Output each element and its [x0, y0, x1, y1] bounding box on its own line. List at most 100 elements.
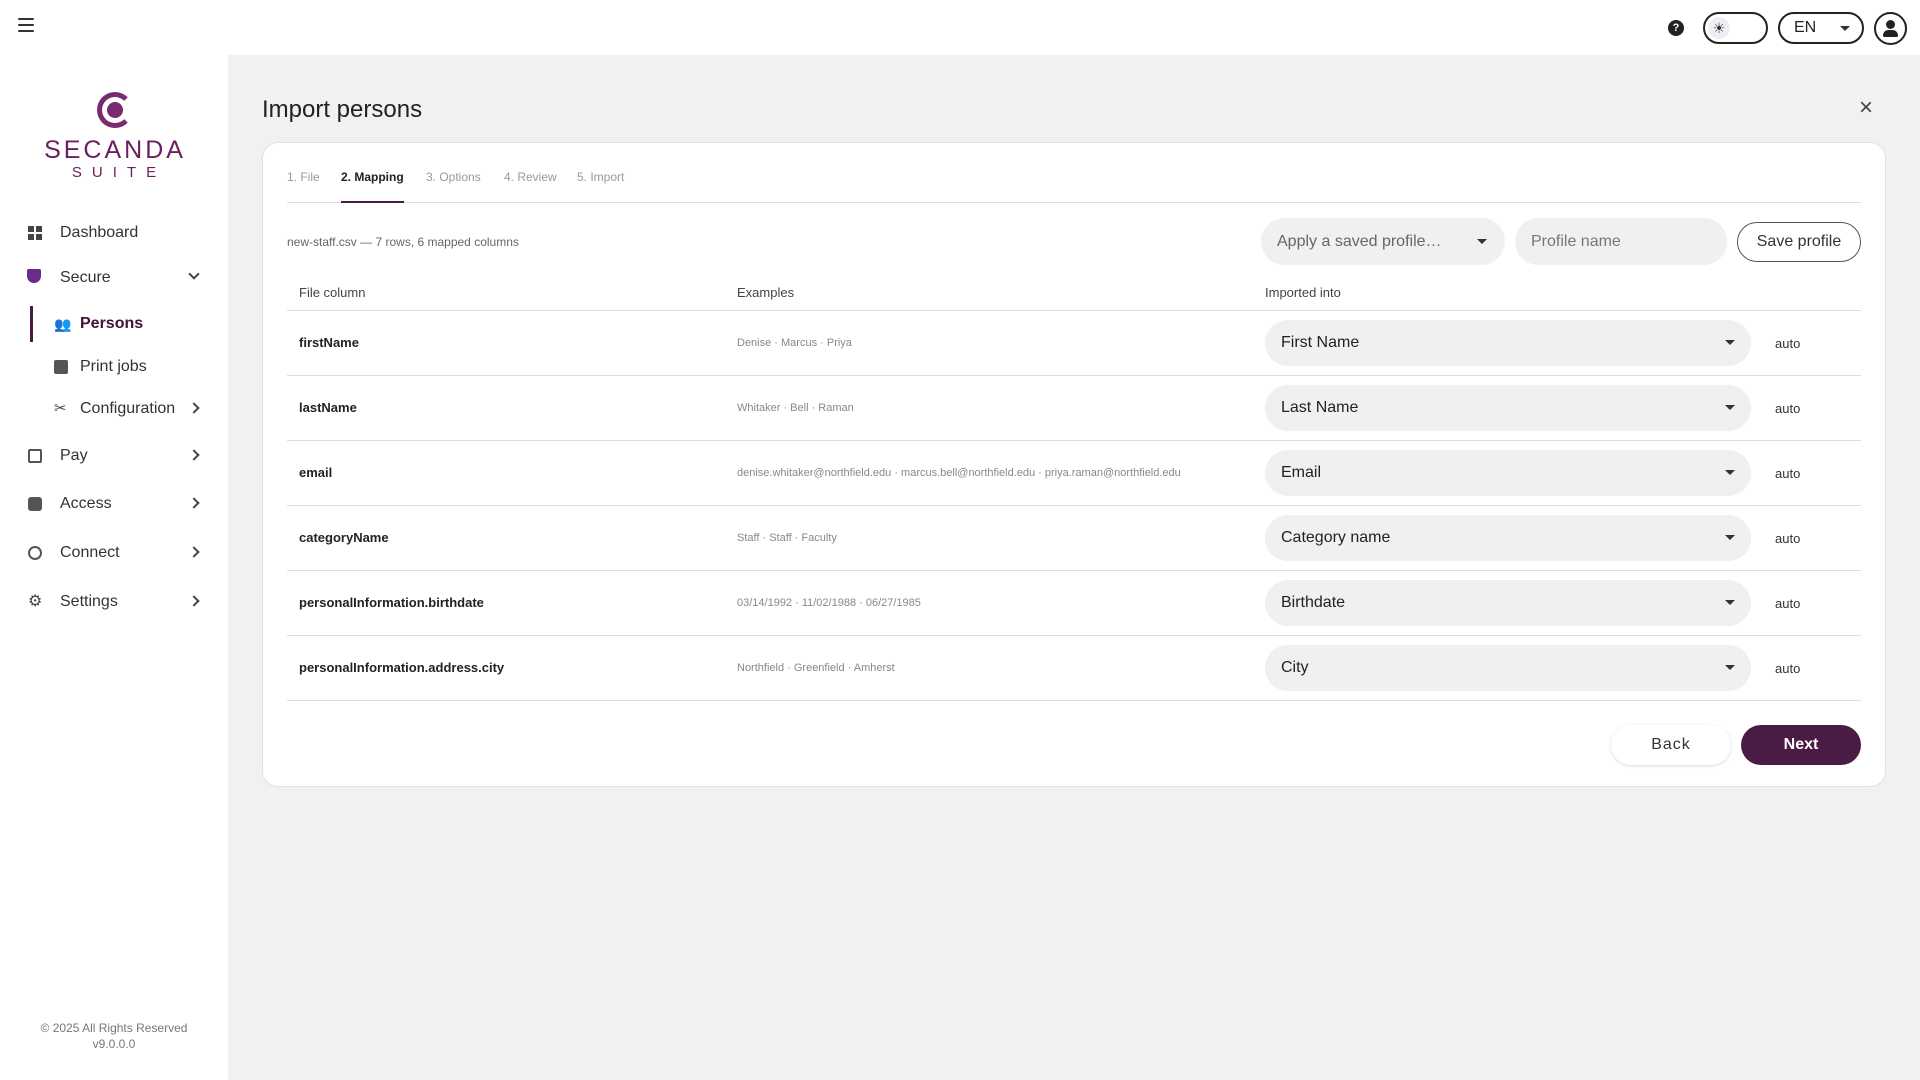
caret-down-icon — [1725, 535, 1735, 540]
header-file-column: File column — [299, 285, 366, 300]
caret-down-icon — [1725, 600, 1735, 605]
table-row: categoryName Staff · Staff · Faculty Cat… — [287, 506, 1861, 571]
tab-import[interactable]: 5. Import — [577, 167, 624, 203]
caret-down-icon — [1840, 26, 1850, 31]
top-bar: ? ☀ EN — [0, 0, 1920, 55]
examples-cell: Northfield · Greenfield · Amherst — [737, 662, 895, 674]
theme-toggle[interactable]: ☀ — [1703, 12, 1768, 44]
caret-down-icon — [1725, 340, 1735, 345]
target-field-value: Last Name — [1281, 399, 1359, 416]
target-field-value: First Name — [1281, 334, 1360, 351]
examples-cell: Staff · Staff · Faculty — [737, 532, 837, 544]
chevron-right-icon — [188, 546, 200, 558]
back-button[interactable]: Back — [1611, 725, 1731, 765]
chevron-right-icon — [188, 497, 200, 509]
header-imported-into: Imported into — [1265, 285, 1341, 300]
nav-pay[interactable]: Pay — [0, 438, 228, 474]
copyright-text: © 2025 All Rights Reserved — [40, 1021, 188, 1035]
caret-down-icon — [1477, 239, 1487, 244]
nav-configuration[interactable]: ✂ Configuration — [0, 391, 228, 427]
profile-name-input[interactable] — [1515, 218, 1727, 265]
nav-access[interactable]: Access — [0, 486, 228, 522]
version-text: v9.0.0.0 — [92, 1037, 136, 1051]
tab-review[interactable]: 4. Review — [504, 167, 557, 203]
help-icon[interactable]: ? — [1668, 20, 1684, 36]
caret-down-icon — [1725, 665, 1735, 670]
target-field-select[interactable]: Birthdate — [1265, 580, 1751, 626]
dashboard-icon — [28, 226, 42, 240]
menu-icon[interactable] — [18, 18, 34, 34]
chevron-down-icon — [188, 268, 200, 280]
target-field-value: Email — [1281, 464, 1322, 481]
examples-cell: Denise · Marcus · Priya — [737, 337, 852, 349]
nav-dashboard[interactable]: Dashboard — [0, 215, 228, 251]
lock-icon — [28, 497, 42, 511]
mapping-mode: auto — [1775, 401, 1801, 416]
nav-configuration-label: Configuration — [80, 400, 176, 417]
logo-name: SECANDA — [44, 136, 186, 164]
mapping-mode: auto — [1775, 596, 1801, 611]
table-row: personalInformation.birthdate 03/14/1992… — [287, 571, 1861, 636]
file-column-name: email — [299, 465, 333, 480]
examples-cell: denise.whitaker@northfield.edu · marcus.… — [737, 467, 1181, 479]
saved-profile-select[interactable]: Apply a saved profile… — [1261, 218, 1505, 265]
target-field-select[interactable]: City — [1265, 645, 1751, 691]
sidebar-footer: © 2025 All Rights Reserved v9.0.0.0 — [0, 1020, 228, 1052]
language-select[interactable]: EN — [1778, 12, 1864, 44]
table-row: email denise.whitaker@northfield.edu · m… — [287, 441, 1861, 506]
nav-access-label: Access — [60, 495, 112, 512]
examples-cell: Whitaker · Bell · Raman — [737, 402, 854, 414]
gear-icon: ⚙ — [28, 593, 43, 610]
caret-down-icon — [1725, 405, 1735, 410]
printer-icon — [54, 360, 68, 374]
nav-persons[interactable]: 👥 Persons — [0, 306, 228, 342]
target-field-select[interactable]: Email — [1265, 450, 1751, 496]
tab-file[interactable]: 1. File — [287, 167, 320, 203]
mapping-mode: auto — [1775, 661, 1801, 676]
next-button[interactable]: Next — [1741, 725, 1861, 765]
table-row: lastName Whitaker · Bell · Raman Last Na… — [287, 376, 1861, 441]
target-field-select[interactable]: Last Name — [1265, 385, 1751, 431]
nav-pay-label: Pay — [60, 447, 88, 464]
save-profile-button[interactable]: Save profile — [1737, 222, 1861, 262]
file-info: new-staff.csv — 7 rows, 6 mapped columns — [287, 235, 519, 249]
nav-connect-label: Connect — [60, 544, 120, 561]
file-column-name: firstName — [299, 335, 359, 350]
nav-secure-label: Secure — [60, 269, 111, 286]
import-card: 1. File 2. Mapping 3. Options 4. Review … — [262, 142, 1886, 787]
saved-profile-placeholder: Apply a saved profile… — [1277, 233, 1442, 250]
stepper-tabs: 1. File 2. Mapping 3. Options 4. Review … — [287, 167, 1861, 203]
pay-icon — [28, 449, 42, 463]
nav-print-jobs[interactable]: Print jobs — [0, 349, 228, 385]
chevron-right-icon — [188, 449, 200, 461]
user-icon — [1886, 20, 1895, 29]
nav-settings[interactable]: ⚙ Settings — [0, 584, 228, 620]
nav-secure[interactable]: Secure — [0, 260, 228, 296]
header-examples: Examples — [737, 285, 795, 300]
tab-mapping[interactable]: 2. Mapping — [341, 167, 404, 203]
logo-sub: SUITE — [71, 164, 167, 181]
close-icon[interactable]: × — [1854, 96, 1878, 121]
mapping-mode: auto — [1775, 466, 1801, 481]
nav-dashboard-label: Dashboard — [60, 224, 139, 241]
nav-persons-label: Persons — [80, 315, 144, 332]
mapping-mode: auto — [1775, 531, 1801, 546]
target-field-select[interactable]: First Name — [1265, 320, 1751, 366]
target-field-value: Birthdate — [1281, 594, 1346, 611]
target-field-value: Category name — [1281, 529, 1391, 546]
sidebar: SECANDA SUITE Dashboard Secure 👥 Persons… — [0, 55, 228, 1080]
secanda-logo: SECANDA SUITE — [30, 90, 200, 182]
target-field-select[interactable]: Category name — [1265, 515, 1751, 561]
tab-options[interactable]: 3. Options — [426, 167, 481, 203]
mapping-mode: auto — [1775, 336, 1801, 351]
nav-print-jobs-label: Print jobs — [80, 358, 147, 375]
nav-settings-label: Settings — [60, 593, 118, 610]
file-column-name: lastName — [299, 400, 357, 415]
file-column-name: categoryName — [299, 530, 389, 545]
file-column-name: personalInformation.address.city — [299, 660, 505, 675]
table-row: firstName Denise · Marcus · Priya First … — [287, 311, 1861, 376]
logo-mark-icon — [95, 90, 135, 130]
nav-connect[interactable]: Connect — [0, 535, 228, 571]
user-menu-button[interactable] — [1874, 12, 1907, 45]
chevron-right-icon — [188, 402, 200, 414]
